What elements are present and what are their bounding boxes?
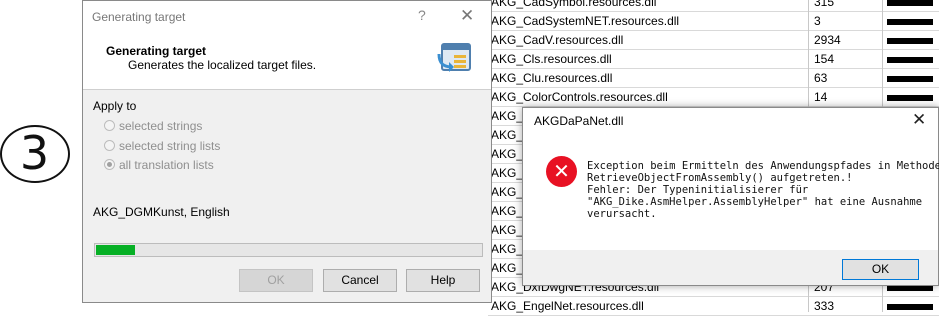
status-bar-indicator [887,38,933,44]
close-icon[interactable]: ✕ [460,6,474,26]
status-bar-indicator [887,95,933,101]
error-message-box: AKGDaPaNet.dll ✕ ✕ Exception beim Ermitt… [522,107,939,286]
help-icon[interactable]: ? [418,7,426,23]
string-count: 3 [814,14,821,28]
file-name: AKG_CadV.resources.dll [491,33,624,47]
ok-button[interactable]: OK [239,269,313,292]
file-name: AKG_CadSymbol.resources.dll [491,0,657,9]
string-count: 154 [814,52,835,66]
project-label: AKG_DGMKunst, English [93,205,230,219]
progress-fill [96,245,135,255]
header-title: Generating target [106,44,207,58]
error-message: Exception beim Ermitteln des Anwendungsp… [587,160,939,220]
error-icon: ✕ [546,156,577,187]
status-bar-indicator [887,304,933,310]
file-name: AKG_CadSystemNET.resources.dll [491,14,680,28]
radio-label: all translation lists [119,158,214,172]
list-item[interactable]: AKG_Cls.resources.dll 154 [488,49,939,69]
step-number: 3 [19,126,50,180]
help-button[interactable]: Help [406,269,480,292]
string-count: 14 [814,90,828,104]
list-item[interactable]: AKG_CadV.resources.dll 2934 [488,30,939,50]
status-bar-indicator [887,0,933,6]
error-dialog-footer: OK [523,250,938,285]
radio-button[interactable] [104,120,115,131]
dialog-title: Generating target [92,10,186,24]
list-item[interactable]: AKG_CadSystemNET.resources.dll 3 [488,11,939,31]
string-count: 315 [814,0,835,9]
dialog-titlebar: Generating target ? ✕ [83,1,491,32]
list-item[interactable]: AKG_ColorControls.resources.dll 14 [488,87,939,107]
ok-button[interactable]: OK [842,259,919,280]
radio-button[interactable] [104,159,115,170]
radio-label: selected strings [119,119,203,133]
list-item[interactable]: AKG_Clu.resources.dll 63 [488,68,939,88]
target-generate-icon [437,43,471,72]
list-item[interactable]: AKG_EngelNet.resources.dll 333 [488,296,939,316]
header-subtitle: Generates the localized target files. [128,58,317,72]
error-dialog-title: AKGDaPaNet.dll [534,114,624,128]
step-number-badge: 3 [0,125,70,183]
cancel-button[interactable]: Cancel [323,269,397,292]
file-name: AKG_Cls.resources.dll [491,52,612,66]
status-bar-indicator [887,76,933,82]
generating-target-dialog: Generating target ? ✕ Generating target … [82,0,492,303]
radio-button[interactable] [104,140,115,151]
file-name: AKG_Clu.resources.dll [491,71,613,85]
status-bar-indicator [887,57,933,63]
string-count: 63 [814,71,828,85]
progress-bar [94,243,483,257]
apply-to-label: Apply to [93,99,137,113]
dialog-header: Generating target Generates the localize… [83,32,491,90]
string-count: 2934 [814,33,841,47]
status-bar-indicator [887,19,933,25]
file-name: AKG_EngelNet.resources.dll [491,299,644,313]
file-name: AKG_ColorControls.resources.dll [491,90,668,104]
close-icon[interactable]: ✕ [912,110,926,130]
string-count: 333 [814,299,835,313]
radio-label: selected string lists [119,139,221,153]
